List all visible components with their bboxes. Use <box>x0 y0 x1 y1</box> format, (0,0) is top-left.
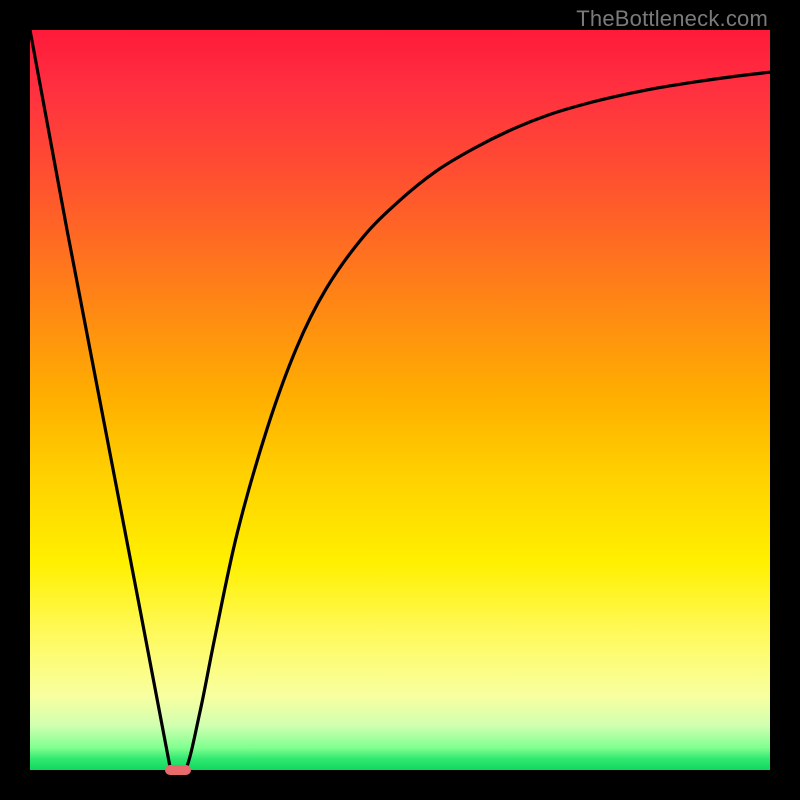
watermark-text: TheBottleneck.com <box>576 6 768 32</box>
frame-left <box>0 0 30 800</box>
optimal-point-marker <box>165 765 191 775</box>
bottleneck-curve <box>30 30 770 770</box>
frame-right <box>770 0 800 800</box>
frame-bottom <box>0 770 800 800</box>
chart-container: TheBottleneck.com <box>0 0 800 800</box>
